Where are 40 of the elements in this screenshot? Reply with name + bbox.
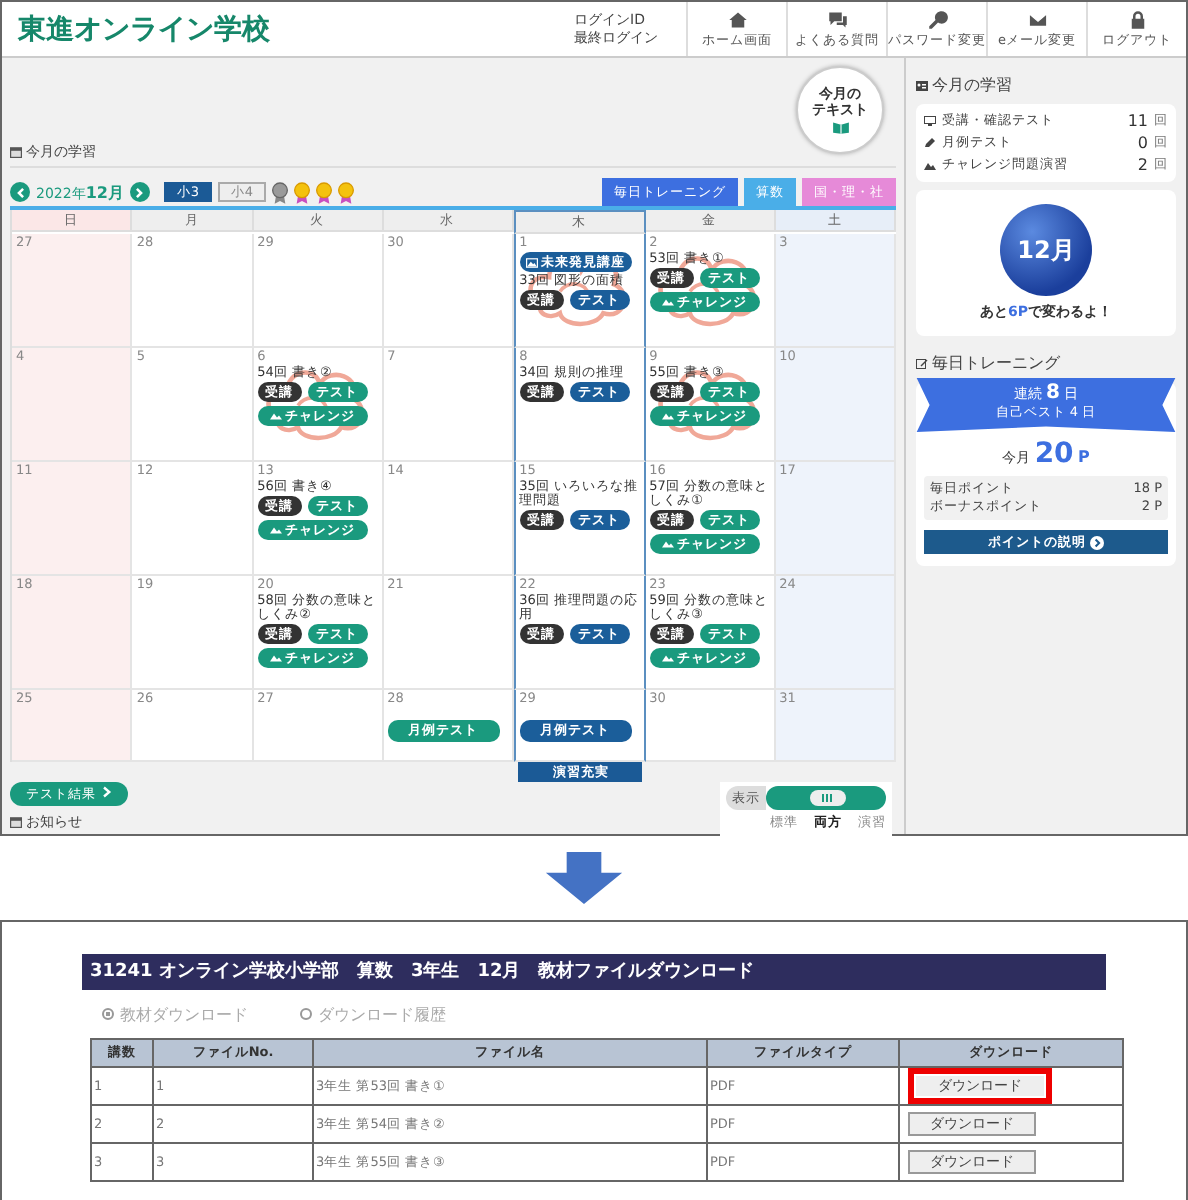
- mountain-icon: [661, 412, 674, 420]
- mountain-icon: [924, 160, 936, 170]
- sidebar-title: 今月の学習: [932, 74, 1012, 96]
- page-title-bar: 31241 オンライン学校小学部 算数 3年生 12月 教材ファイルダウンロード: [82, 954, 1106, 990]
- chevron-right-icon: [132, 185, 147, 199]
- mountain-icon: [269, 526, 282, 534]
- chevron-left-icon: [13, 185, 27, 199]
- radio-button[interactable]: [300, 1008, 312, 1020]
- id-card-icon: [916, 79, 928, 91]
- mountain-icon: [661, 298, 674, 306]
- calendar-icon: [10, 816, 22, 828]
- mountain-icon: [269, 412, 282, 420]
- stat-value: 11: [1127, 112, 1148, 130]
- next-month-button[interactable]: [129, 182, 150, 202]
- calendar-icon: [10, 146, 22, 158]
- pencil-icon: [924, 138, 936, 148]
- home-icon: [727, 9, 747, 29]
- site-logo: 東進オンライン学校: [18, 11, 270, 47]
- month-level-badge: 12月: [1000, 204, 1092, 296]
- lock-icon: [1127, 9, 1147, 29]
- down-arrow-icon: [544, 852, 624, 904]
- key-icon: [927, 9, 947, 29]
- stat-value: 0: [1137, 134, 1148, 152]
- mountain-icon: [269, 654, 282, 662]
- previous-month-button[interactable]: [10, 182, 30, 202]
- book-icon: [831, 120, 849, 134]
- image-icon: [525, 257, 538, 267]
- chevron-right-icon: [102, 785, 112, 797]
- mountain-icon: [661, 654, 674, 662]
- monitor-icon: [924, 116, 936, 126]
- envelope-icon: [1027, 9, 1047, 29]
- training-title: 毎日トレーニング: [932, 352, 1060, 374]
- chat-bubbles-icon: [827, 9, 847, 29]
- stat-value: 2: [1137, 156, 1148, 174]
- arrow-right-icon: [1090, 535, 1104, 549]
- view-mode-slider[interactable]: [766, 786, 886, 810]
- slider-thumb[interactable]: [809, 790, 846, 806]
- note-icon: [916, 357, 928, 369]
- mountain-icon: [661, 540, 674, 548]
- radio-button[interactable]: [102, 1008, 114, 1020]
